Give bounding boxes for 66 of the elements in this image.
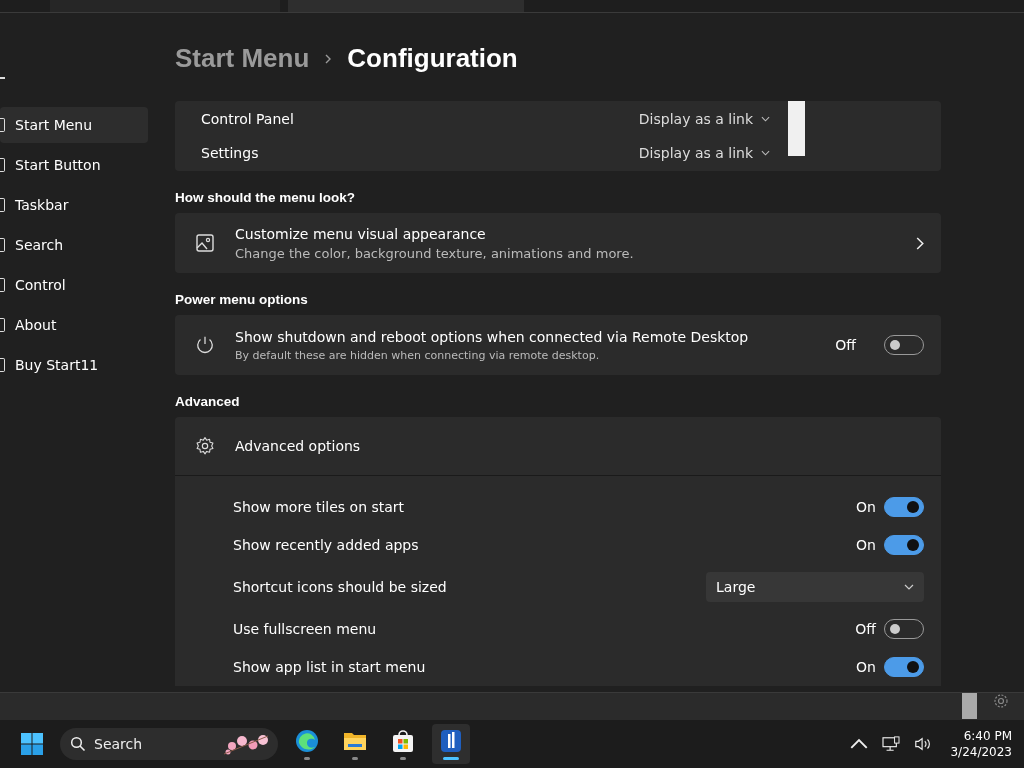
search-icon — [70, 736, 86, 752]
sidebar-item[interactable]: Control — [0, 267, 148, 303]
chevron-right-icon — [916, 236, 924, 250]
gear-icon[interactable] — [993, 693, 1009, 709]
section-heading: Power menu options — [175, 291, 309, 309]
navigation-card[interactable]: Customize menu visual appearance Change the color, background texture, animations and more. — [175, 213, 941, 273]
toggle-switch[interactable] — [884, 657, 924, 677]
chevron-down-icon — [761, 116, 770, 122]
sidebar-item[interactable]: Taskbar — [0, 187, 148, 223]
clock[interactable]: 6:40 PM 3/24/2023 — [950, 729, 1012, 759]
speaker-icon[interactable] — [914, 736, 933, 752]
app-logo-icon — [439, 728, 463, 753]
link-dropdown[interactable]: Display as a link — [638, 145, 770, 161]
expander-header[interactable]: Advanced options — [175, 417, 941, 476]
wave-logo-icon — [295, 728, 319, 753]
chevron-right-icon — [325, 53, 332, 64]
section-heading: How should the menu look? — [175, 189, 356, 207]
page-icon — [0, 318, 5, 332]
image-icon — [195, 233, 215, 253]
page-title: Configuration — [347, 43, 518, 74]
sidebar-item[interactable]: About — [0, 307, 148, 343]
breadcrumb-link[interactable]: Start Menu — [175, 43, 310, 74]
setting-label: Show app list in start menu — [233, 659, 427, 675]
link-dropdown[interactable]: Display as a link — [638, 111, 770, 127]
sidebar-item[interactable]: Search — [0, 227, 148, 263]
dropdown[interactable]: Large — [706, 572, 924, 602]
page-icon — [0, 238, 5, 252]
toggle-switch[interactable] — [884, 535, 924, 555]
page-icon — [0, 278, 5, 292]
toggle-state: On — [856, 659, 876, 675]
section-heading: Advanced — [175, 393, 241, 411]
chevron-down-icon — [761, 150, 770, 156]
setting-label: Control Panel — [201, 111, 294, 127]
scrollbar[interactable] — [788, 101, 805, 156]
shopping-bag-icon — [391, 728, 415, 753]
sidebar-item[interactable]: Start Menu — [0, 107, 148, 143]
chevron-down-icon — [904, 584, 914, 590]
page-icon — [0, 198, 5, 212]
card-description: Change the color, background texture, animations and more. — [235, 245, 635, 261]
card-title: Customize menu visual appearance — [235, 225, 487, 242]
setting-label: Show recently added apps — [233, 537, 420, 553]
setting-label: Use fullscreen menu — [233, 621, 378, 637]
page-icon — [0, 158, 5, 172]
toggle-state: Off — [835, 337, 856, 353]
card-title: Advanced options — [235, 438, 361, 454]
page-icon — [0, 358, 5, 372]
page-icon — [0, 118, 5, 132]
sidebar-item[interactable]: Start Button — [0, 147, 148, 183]
setting-label: Shortcut icons should be sized — [233, 579, 448, 595]
gear-icon — [195, 436, 215, 456]
setting-label: Show more tiles on start — [233, 499, 406, 515]
toggle-state: On — [856, 537, 876, 553]
network-icon[interactable] — [882, 736, 901, 752]
windows-logo-icon[interactable] — [20, 732, 44, 756]
toggle-state: On — [856, 499, 876, 515]
taskbar-app[interactable] — [432, 724, 470, 764]
search-field[interactable]: Search — [60, 728, 278, 760]
sidebar-item[interactable]: Buy Start11 — [0, 347, 148, 383]
setting-label: Settings — [201, 145, 259, 161]
toggle-switch[interactable] — [884, 497, 924, 517]
date-text: 3/24/2023 — [950, 745, 1012, 759]
card-description: By default these are hidden when connecting via remote desktop. — [235, 348, 601, 362]
toggle-state: Off — [855, 621, 876, 637]
card-title: Show shutdown and reboot options when connected via Remote Desktop — [235, 328, 750, 345]
time-text: 6:40 PM — [963, 729, 1012, 743]
power-icon — [195, 335, 215, 355]
